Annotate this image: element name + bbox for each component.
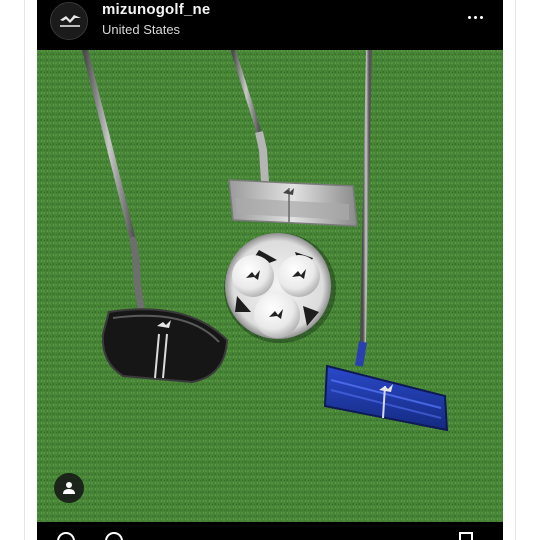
post-action-bar (37, 522, 503, 540)
post-image[interactable] (37, 50, 503, 522)
mizuno-logo-icon (51, 3, 87, 39)
person-tag-icon (63, 482, 75, 494)
comment-icon[interactable] (105, 532, 123, 540)
right-border (515, 0, 516, 540)
like-icon[interactable] (57, 532, 75, 540)
left-border (24, 0, 25, 540)
post-header: mizunogolf_ne United States (37, 0, 503, 50)
avatar[interactable] (50, 2, 88, 40)
location-link[interactable]: United States (102, 22, 180, 37)
more-icon-dot (467, 15, 471, 19)
bookmark-icon[interactable] (459, 532, 473, 540)
more-icon-dot (479, 15, 483, 19)
more-icon-dot (473, 15, 477, 19)
instagram-post: mizunogolf_ne United States (37, 0, 503, 540)
screenshot-frame: mizunogolf_ne United States (0, 0, 540, 540)
more-options-button[interactable] (461, 8, 489, 26)
tagged-people-button[interactable] (54, 473, 84, 503)
username-link[interactable]: mizunogolf_ne (102, 1, 210, 18)
putters-photo-illustration (37, 50, 503, 522)
